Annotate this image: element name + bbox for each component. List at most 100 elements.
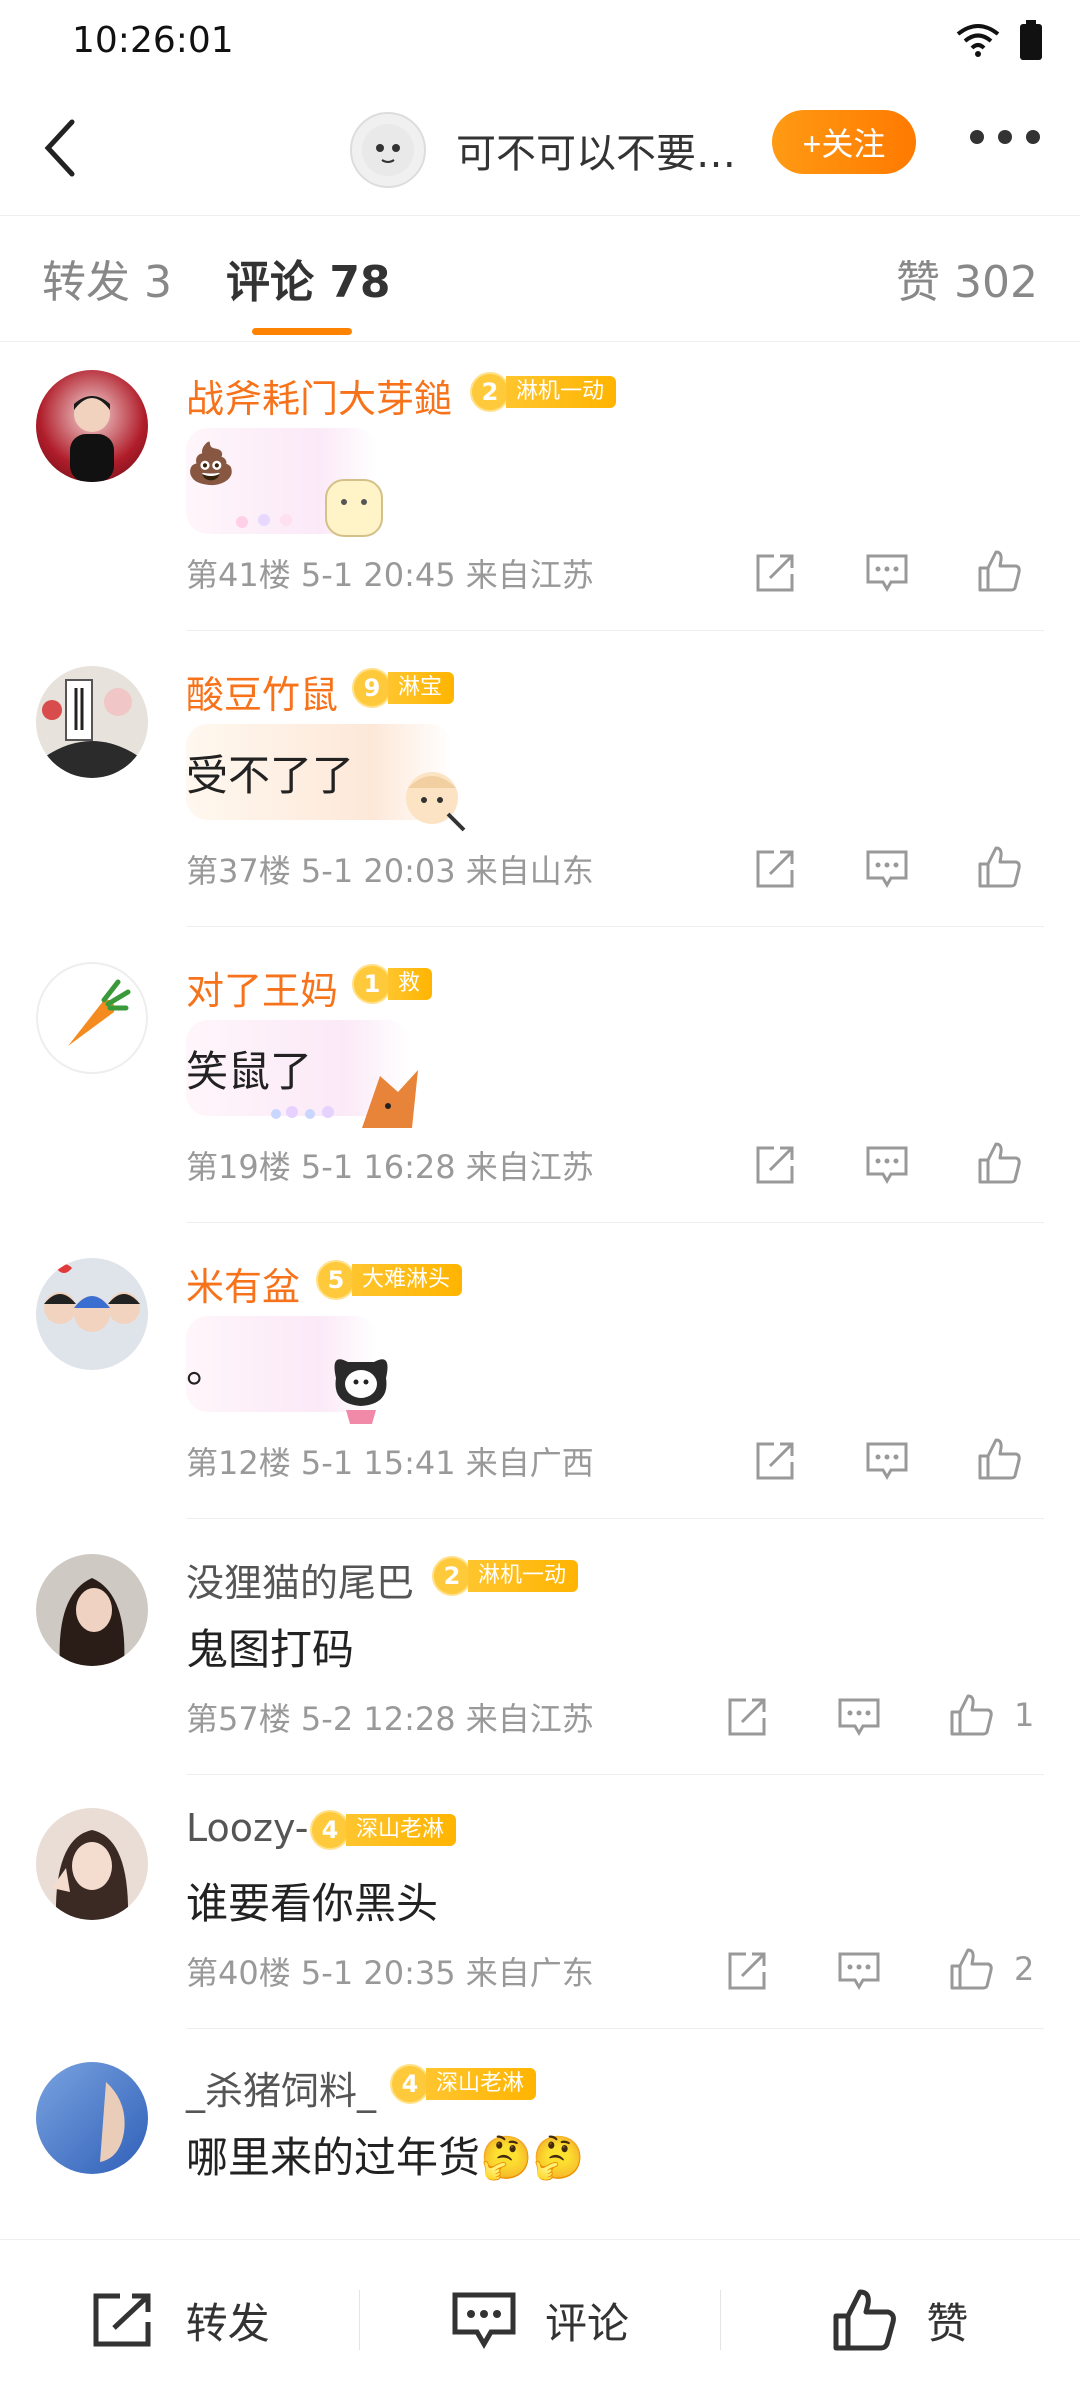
comment-button[interactable]: 评论 [360, 2240, 719, 2400]
avatar-person-icon [52, 1830, 129, 1920]
comment-icon [866, 850, 908, 889]
follow-button[interactable]: +关注 [772, 110, 916, 174]
reply-comment-button[interactable] [862, 844, 912, 894]
repost-comment-button[interactable] [722, 1692, 772, 1742]
fan-badge[interactable]: 4 深山老淋 [390, 2064, 537, 2104]
thumbs-up-icon [978, 1142, 1021, 1184]
bubble-decoration-icon [236, 479, 383, 537]
like-comment-button[interactable] [974, 842, 1024, 892]
comment-time: 5-1 20:03 [300, 852, 456, 890]
comment-floor: 第19楼 [186, 1148, 291, 1186]
avatar-person-icon [59, 1578, 125, 1666]
repost-comment-button[interactable] [750, 548, 800, 598]
comment-floor: 第57楼 [186, 1700, 291, 1738]
comment-floor: 第40楼 [186, 1954, 291, 1992]
avatar[interactable] [36, 1258, 148, 1370]
like-count: 2 [1014, 1950, 1035, 1988]
post-title[interactable]: 可不可以不要… [456, 121, 736, 179]
comment-username[interactable]: 酸豆竹鼠 [186, 664, 338, 719]
comment-username[interactable]: Loozy- [186, 1806, 308, 1850]
avatar[interactable] [36, 1808, 148, 1920]
more-options-button[interactable] [970, 130, 1040, 144]
repost-comment-button[interactable] [722, 1946, 772, 1996]
battery-icon [1020, 20, 1042, 60]
avatar-person-icon [70, 396, 114, 482]
fan-badge[interactable]: 5 大难淋头 [316, 1260, 463, 1300]
avatar-profile-icon [100, 2082, 125, 2162]
avatar[interactable] [36, 2062, 148, 2174]
like-comment-button[interactable] [974, 546, 1024, 596]
comment-text: 受不了了 [186, 751, 355, 800]
like-comment-button[interactable] [946, 1690, 996, 1740]
comment-location: 来自山东 [465, 852, 594, 890]
like-comment-button[interactable] [974, 1138, 1024, 1188]
reply-comment-button[interactable] [862, 1436, 912, 1486]
carrot-icon [68, 979, 131, 1046]
comment-text: 谁要看你黑头 [186, 1879, 439, 1928]
fan-badge[interactable]: 4 深山老淋 [310, 1810, 457, 1850]
bubble-decoration-icon [406, 772, 466, 832]
like-comment-button[interactable] [974, 1434, 1024, 1484]
comment-username[interactable]: 没狸猫的尾巴 [186, 1552, 414, 1607]
thumbs-up-icon [833, 2289, 897, 2351]
repost-button[interactable]: 转发 [0, 2240, 359, 2400]
author-avatar[interactable] [350, 112, 426, 188]
share-icon [93, 2293, 151, 2347]
dot-icon [970, 130, 984, 144]
avatar[interactable] [36, 1554, 148, 1666]
avatar[interactable] [36, 666, 148, 778]
like-count: 1 [1014, 1696, 1035, 1734]
comment-username[interactable]: 对了王妈 [186, 960, 338, 1015]
thumbs-up-icon [978, 1438, 1021, 1480]
repost-comment-button[interactable] [750, 1140, 800, 1190]
reply-comment-button[interactable] [862, 548, 912, 598]
reply-comment-button[interactable] [834, 1946, 884, 1996]
fan-badge[interactable]: 2 淋机一动 [432, 1556, 579, 1596]
repost-comment-button[interactable] [750, 1436, 800, 1486]
share-icon [728, 1952, 766, 1990]
fan-badge[interactable]: 1 救 [352, 964, 433, 1004]
share-icon [756, 850, 794, 888]
comment-location: 来自江苏 [465, 556, 594, 594]
comment-username[interactable]: _杀猪饲料_ [186, 2060, 376, 2115]
fan-badge[interactable]: 9 淋宝 [352, 668, 455, 708]
fan-badge[interactable]: 2 淋机一动 [470, 372, 617, 412]
tab-repost[interactable]: 转发 3 [42, 246, 172, 310]
thumbs-up-icon [978, 846, 1021, 888]
comment-location: 来自广西 [465, 1444, 594, 1482]
comment-item: _杀猪饲料_ 4 深山老淋 哪里来的过年货🤔🤔 [0, 2032, 1080, 2240]
comment-list: 战斧耗门大芽鎚 2 淋机一动 💩 第41楼 5-1 20:45 来自江苏 酸豆竹… [0, 340, 1080, 2240]
dot-icon [1026, 130, 1040, 144]
status-bar: 10:26:01 [0, 0, 1080, 80]
avatar[interactable] [36, 962, 148, 1074]
reply-comment-button[interactable] [834, 1692, 884, 1742]
comment-location: 来自江苏 [465, 1700, 594, 1738]
bottom-action-bar: 转发 评论 赞 [0, 2239, 1080, 2400]
reply-comment-button[interactable] [862, 1140, 912, 1190]
comment-text: 鬼图打码 [186, 1625, 355, 1674]
like-comment-button[interactable] [946, 1944, 996, 1994]
avatar[interactable] [36, 370, 148, 482]
comment-username[interactable]: 战斧耗门大芽鎚 [186, 368, 452, 423]
comment-username[interactable]: 米有盆 [186, 1256, 300, 1311]
back-button[interactable] [0, 88, 120, 208]
comment-time: 5-1 20:35 [300, 1954, 456, 1992]
comment-location: 来自江苏 [465, 1148, 594, 1186]
bubble-decoration-icon [334, 1359, 388, 1424]
tab-comments[interactable]: 评论 78 [226, 246, 391, 310]
comment-item: 酸豆竹鼠 9 淋宝 受不了了 第37楼 5-1 20:03 来自山东 [0, 636, 1080, 936]
avatar-group-icon [44, 1264, 140, 1332]
repost-comment-button[interactable] [750, 844, 800, 894]
tab-likes[interactable]: 赞 302 [896, 246, 1038, 310]
dot-icon [998, 130, 1012, 144]
comment-floor: 第41楼 [186, 556, 291, 594]
comment-icon [866, 554, 908, 593]
comment-item: 米有盆 5 大难淋头 。 第12楼 5-1 15:41 来自广西 [0, 1228, 1080, 1528]
comment-time: 5-1 15:41 [300, 1444, 456, 1482]
comment-item: 战斧耗门大芽鎚 2 淋机一动 💩 第41楼 5-1 20:45 来自江苏 [0, 340, 1080, 640]
repost-label: 转发 [185, 2298, 270, 2348]
like-label: 赞 [926, 2298, 969, 2348]
comment-text: 哪里来的过年货🤔🤔 [186, 2133, 585, 2182]
like-button[interactable]: 赞 [721, 2240, 1080, 2400]
comment-floor: 第12楼 [186, 1444, 291, 1482]
